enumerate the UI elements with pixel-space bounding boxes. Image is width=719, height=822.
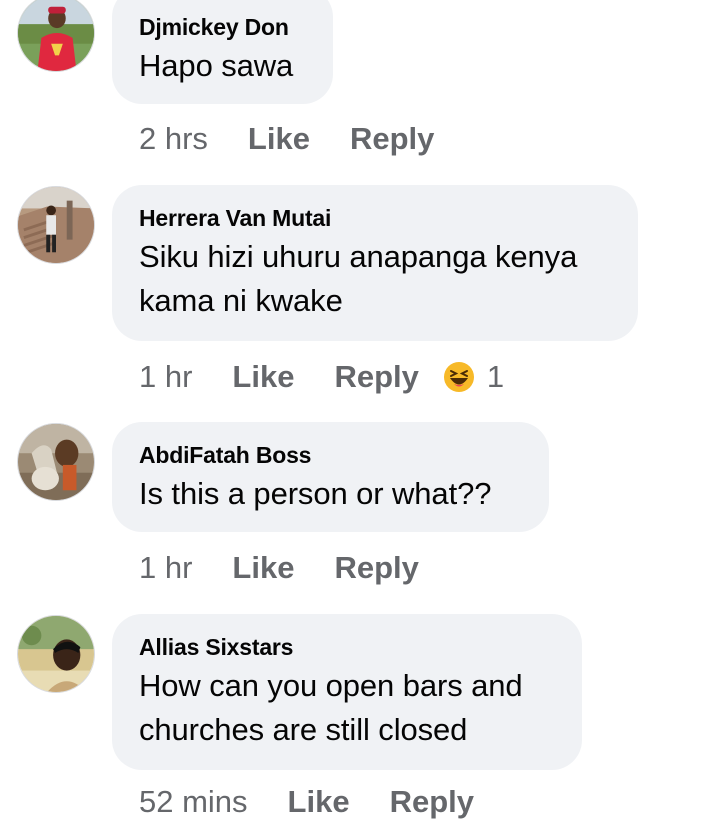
like-button[interactable]: Like <box>288 784 350 820</box>
comment-author[interactable]: Djmickey Don <box>139 14 307 40</box>
avatar-photo <box>18 187 94 263</box>
comment-bubble: Allias Sixstars How can you open bars an… <box>112 614 582 770</box>
comment-text: Is this a person or what?? <box>139 472 523 516</box>
comment-actions: 2 hrs Like Reply <box>139 119 474 159</box>
comment-timestamp[interactable]: 1 hr <box>139 359 192 395</box>
reply-button[interactable]: Reply <box>334 359 418 395</box>
comment-actions: 52 mins Like Reply <box>139 782 514 822</box>
avatar-photo <box>18 424 94 500</box>
avatar[interactable] <box>17 615 95 693</box>
like-button[interactable]: Like <box>232 359 294 395</box>
comment-text-line: churches are still closed <box>139 712 468 747</box>
comment-bubble: Herrera Van Mutai Siku hizi uhuru anapan… <box>112 185 638 341</box>
comment-actions: 1 hr Like Reply 1 <box>139 357 504 397</box>
reaction-summary[interactable]: 1 <box>443 359 504 395</box>
avatar-photo <box>18 616 94 692</box>
comment-text-line: Hapo sawa <box>139 48 294 83</box>
comment-author[interactable]: Allias Sixstars <box>139 634 556 660</box>
avatar-photo <box>18 0 94 71</box>
like-button[interactable]: Like <box>232 550 294 586</box>
like-button[interactable]: Like <box>248 121 310 157</box>
avatar[interactable] <box>17 423 95 501</box>
reply-button[interactable]: Reply <box>390 784 474 820</box>
comment-timestamp[interactable]: 1 hr <box>139 550 192 586</box>
reply-button[interactable]: Reply <box>334 550 418 586</box>
comment-bubble: Djmickey Don Hapo sawa <box>112 0 333 104</box>
comment-timestamp[interactable]: 2 hrs <box>139 121 208 157</box>
reaction-count: 1 <box>486 359 505 394</box>
laughing-emoji-icon <box>443 362 474 392</box>
comment-author[interactable]: AbdiFatah Boss <box>139 442 523 468</box>
comment-author[interactable]: Herrera Van Mutai <box>139 205 612 231</box>
comment-text-line: kama ni kwake <box>139 283 343 318</box>
comment-text: How can you open bars and churches are s… <box>139 664 556 752</box>
avatar[interactable] <box>17 0 95 72</box>
avatar[interactable] <box>17 186 95 264</box>
comment-text-line: Siku hizi uhuru anapanga kenya <box>139 239 578 274</box>
comment-actions: 1 hr Like Reply <box>139 548 459 588</box>
comment-text: Hapo sawa <box>139 44 307 88</box>
comment-text-line: Is this a person or what?? <box>139 476 492 511</box>
comment-text: Siku hizi uhuru anapanga kenya kama ni k… <box>139 235 612 323</box>
reply-button[interactable]: Reply <box>350 121 434 157</box>
comment-bubble: AbdiFatah Boss Is this a person or what?… <box>112 422 549 532</box>
comment-text-line: How can you open bars and <box>139 668 523 703</box>
comment-timestamp[interactable]: 52 mins <box>139 784 248 820</box>
